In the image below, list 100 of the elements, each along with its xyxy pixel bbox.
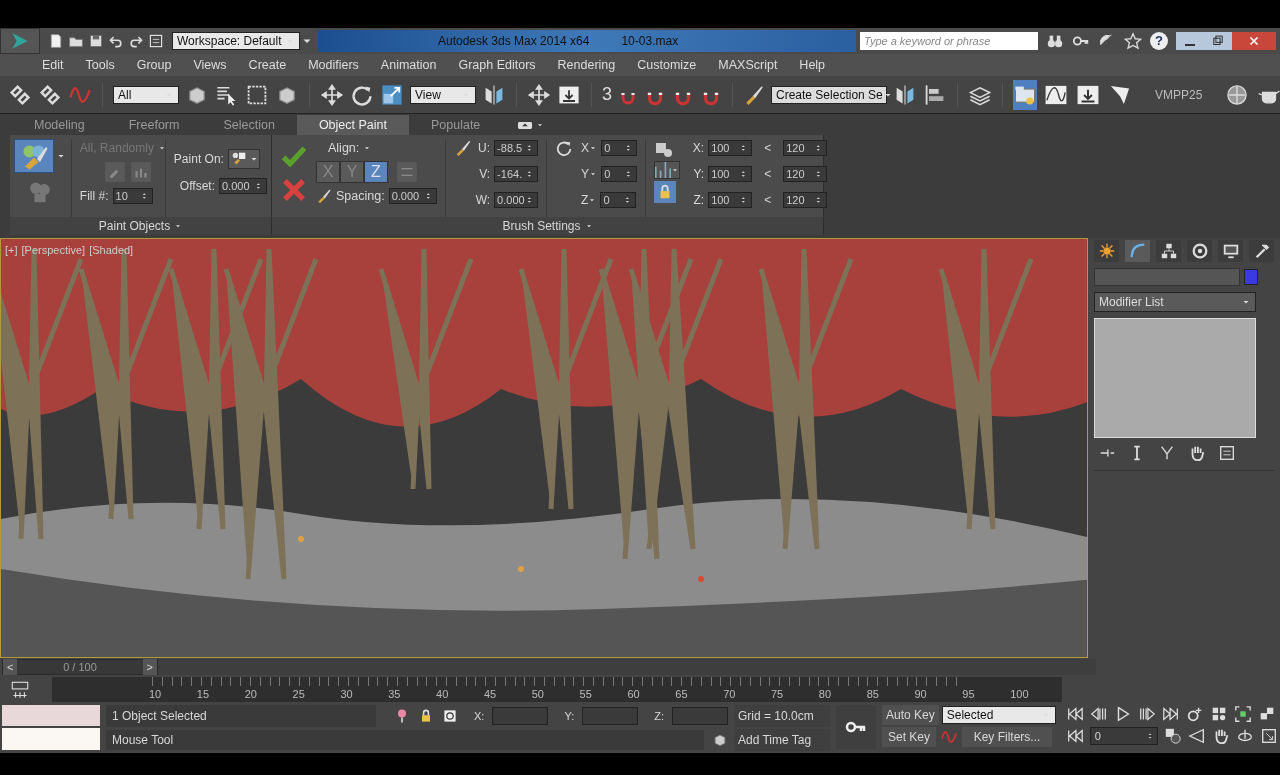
zoom-extents-icon[interactable] [1233, 705, 1252, 723]
time-slider-thumb[interactable]: < 0 / 100 > [2, 659, 158, 675]
next-frame-icon[interactable] [1137, 705, 1156, 723]
z-coordinate-field[interactable] [672, 707, 728, 725]
help-button[interactable]: ? [1150, 32, 1168, 50]
menu-item[interactable]: Edit [42, 55, 64, 75]
auto-key-button[interactable]: Auto Key [882, 705, 939, 725]
key-mode-dropdown[interactable]: Selected [941, 706, 1056, 724]
menu-item[interactable]: Views [193, 55, 227, 75]
menu-item[interactable]: Rendering [557, 55, 616, 75]
maxscript-listener-field[interactable] [2, 705, 100, 726]
menu-item[interactable]: Help [799, 55, 826, 75]
command-panel-tab[interactable] [1218, 240, 1243, 262]
time-slider-track[interactable]: < 0 / 100 > [2, 659, 1096, 675]
edit-named-selection-icon[interactable] [743, 83, 765, 106]
offset-spinner[interactable]: -88.5 [494, 140, 539, 156]
command-panel-tab[interactable] [1249, 240, 1274, 262]
viewport[interactable]: [+] [Perspective] [Shaded] [0, 238, 1088, 658]
scale-max-spinner[interactable]: 120 [783, 140, 828, 156]
link-icon[interactable] [8, 82, 32, 107]
rotation-spinner[interactable]: 0 [601, 166, 638, 182]
command-panel-tab[interactable] [1094, 240, 1119, 262]
rotation-axis-dropdown[interactable]: Y [581, 165, 598, 183]
scale-min-spinner[interactable]: 100 [708, 166, 753, 182]
new-file-icon[interactable] [48, 33, 64, 49]
rotation-axis-dropdown[interactable]: Z [581, 191, 597, 209]
go-to-end-icon[interactable] [1161, 705, 1180, 723]
minimize-button[interactable] [1176, 32, 1204, 50]
close-button[interactable] [1232, 32, 1276, 50]
paint-button[interactable] [14, 139, 55, 173]
panel-footer[interactable]: Paint Objects [10, 217, 271, 235]
menu-item[interactable]: Group [136, 55, 172, 75]
viewport-label[interactable]: [Perspective] [21, 242, 86, 259]
maximize-viewport-icon[interactable] [1259, 727, 1278, 745]
manipulate-icon[interactable] [527, 82, 551, 107]
maxscript-input-field[interactable] [2, 728, 100, 750]
panel-footer[interactable]: Brush Settings [272, 217, 823, 235]
rotation-axis-dropdown[interactable]: X [581, 139, 598, 157]
menu-item[interactable]: Customize [637, 55, 697, 75]
rotation-spinner[interactable]: 0 [600, 192, 637, 208]
command-panel-tab[interactable] [1187, 240, 1212, 262]
spacing-spinner[interactable]: 0.000 [388, 188, 437, 205]
add-time-tag-button[interactable]: Add Time Tag [734, 729, 830, 751]
menu-item[interactable]: Modifiers [308, 55, 359, 75]
edit-list-icon[interactable] [129, 161, 152, 183]
scale-min-spinner[interactable]: 100 [708, 140, 753, 156]
offset-spinner[interactable]: 0.000 [219, 178, 267, 194]
field-of-view-icon[interactable] [1187, 727, 1206, 745]
viewport-label[interactable]: [+] [5, 242, 18, 259]
absolute-mode-icon[interactable] [442, 707, 458, 725]
command-panel-tab[interactable] [1156, 240, 1181, 262]
scale-min-spinner[interactable]: 100 [708, 192, 753, 208]
scale-mode-dropdown[interactable] [654, 161, 681, 179]
align-dropdown[interactable]: Align: [316, 139, 437, 157]
restore-button[interactable] [1204, 32, 1232, 50]
object-color-swatch[interactable] [1244, 269, 1258, 285]
menu-item[interactable]: MAXScript [718, 55, 778, 75]
workspace-dropdown[interactable]: Workspace: Default [172, 32, 300, 50]
snap-toggle-label[interactable]: 3 [602, 81, 612, 108]
fill-spinner[interactable]: 10 [112, 188, 153, 204]
previous-frame-icon[interactable] [1089, 705, 1108, 723]
save-icon[interactable] [88, 33, 104, 49]
x-coordinate-field[interactable] [492, 707, 549, 725]
key-filters-button[interactable]: Key Filters... [962, 727, 1053, 747]
ribbon-tab[interactable]: Freeform [106, 115, 202, 135]
set-keys-button[interactable] [836, 705, 876, 749]
scale-icon[interactable] [380, 82, 404, 107]
move-icon[interactable] [320, 82, 344, 107]
current-frame-spinner[interactable]: 0 [1089, 727, 1158, 745]
ribbon-tab[interactable]: Selection [201, 115, 297, 135]
rotation-spinner[interactable]: 0 [601, 140, 638, 156]
scale-max-spinner[interactable]: 120 [783, 166, 828, 182]
zoom-icon[interactable] [1185, 705, 1204, 723]
track-bar[interactable]: 10 15 20 25 30 35 40 45 50 55 60 65 70 75 80 85 90 95 100 [52, 677, 1062, 702]
previous-frame-button[interactable]: < [3, 658, 18, 676]
menu-item[interactable]: Tools [85, 55, 115, 75]
reference-coordinate-dropdown[interactable]: View [410, 85, 476, 104]
ribbon-tab[interactable]: Modeling [12, 115, 107, 135]
paint-on-dropdown[interactable] [227, 149, 260, 169]
menu-item[interactable]: Animation [380, 55, 437, 75]
lock-scale-button[interactable] [654, 181, 677, 203]
application-button[interactable] [0, 28, 40, 54]
flip-icon[interactable] [396, 161, 418, 183]
go-to-start-icon[interactable] [1065, 705, 1084, 723]
modifier-list-dropdown[interactable]: Modifier List [1094, 292, 1256, 312]
pick-objects-icon[interactable] [103, 161, 126, 183]
selection-filter-dropdown[interactable]: All [113, 85, 179, 104]
viewport-label[interactable]: [Shaded] [89, 242, 134, 259]
scene-explorer-button[interactable] [1013, 79, 1037, 110]
search-field[interactable]: Type a keyword or phrase [860, 32, 1038, 50]
set-key-button[interactable]: Set Key [882, 727, 937, 747]
y-coordinate-field[interactable] [582, 707, 639, 725]
ribbon-tab[interactable]: Object Paint [296, 115, 409, 135]
commit-checkmark-icon[interactable] [280, 143, 308, 169]
menu-item[interactable]: Create [248, 55, 287, 75]
menu-item[interactable]: Graph Editors [458, 55, 536, 75]
scale-max-spinner[interactable]: 120 [783, 192, 828, 208]
ribbon-tab[interactable]: Populate [408, 115, 503, 135]
spacing-brush-icon[interactable] [316, 188, 332, 205]
offset-spinner[interactable]: 0.000 [494, 192, 539, 208]
